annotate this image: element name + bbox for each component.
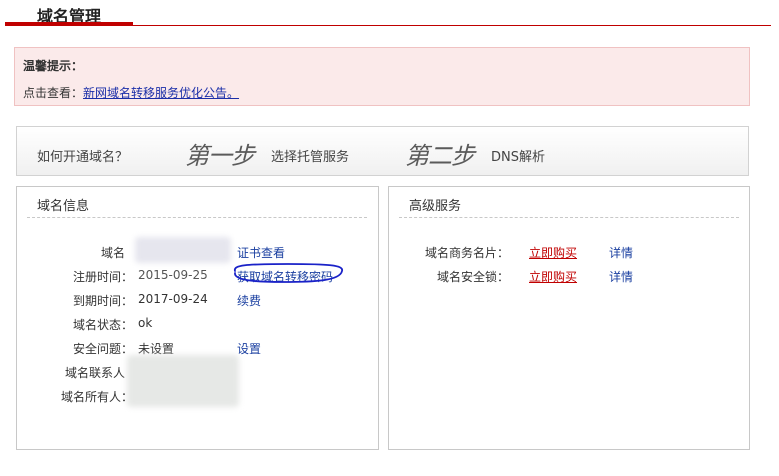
domain-info-title: 域名信息 [37, 199, 90, 214]
notice-line: 点击查看：新网域名转移服务优化公告。 [23, 84, 239, 101]
security-lock-label: 域名安全锁： [436, 270, 509, 284]
security-settings-link[interactable]: 设置 [237, 340, 261, 357]
certificate-view-link[interactable]: 证书查看 [237, 244, 285, 261]
panel-divider [27, 217, 367, 218]
step2-text: DNS解析 [491, 150, 545, 165]
notice-link[interactable]: 新网域名转移服务优化公告。 [83, 86, 239, 100]
header-divider [5, 25, 771, 26]
security-issue-label: 安全问题： [72, 342, 133, 356]
panel-divider [399, 217, 739, 218]
notice-box: 温馨提示： 点击查看：新网域名转移服务优化公告。 [14, 47, 750, 106]
step1-label: 第一步 [185, 142, 255, 170]
expiry-date-value: 2017-09-24 [138, 292, 208, 306]
hand-drawn-circle-annotation [234, 263, 343, 283]
steps-banner: 如何开通域名？ 第一步 选择托管服务 第二步 DNS解析 [16, 126, 749, 176]
business-card-label: 域名商务名片： [424, 246, 509, 260]
steps-question: 如何开通域名？ [37, 150, 129, 165]
domain-label: 域名 [100, 246, 125, 260]
notice-title: 温馨提示： [23, 59, 84, 73]
contact-owner-redacted [127, 355, 239, 407]
advanced-services-title: 高级服务 [409, 199, 462, 214]
notice-prefix: 点击查看： [23, 86, 84, 100]
domain-status-label: 域名状态： [72, 318, 133, 332]
registration-date-value: 2015-09-25 [138, 268, 208, 282]
domain-contact-label: 域名联系人 [64, 366, 125, 380]
registration-date-label: 注册时间： [72, 270, 133, 284]
domain-name-redacted [135, 237, 231, 263]
security-lock-buy-link[interactable]: 立即购买 [529, 268, 577, 285]
renew-link[interactable]: 续费 [237, 292, 261, 309]
domain-owner-label: 域名所有人： [60, 390, 133, 404]
step1-text: 选择托管服务 [271, 150, 350, 165]
expiry-date-label: 到期时间： [72, 294, 133, 308]
advanced-services-panel: 高级服务 域名商务名片： 立即购买 详情 域名安全锁： 立即购买 详情 [388, 186, 750, 450]
domain-info-panel: 域名信息 域名 证书查看 注册时间： 2015-09-25 获取域名转移密码 到… [16, 186, 379, 450]
security-lock-details-link[interactable]: 详情 [609, 268, 633, 285]
domain-status-value: ok [138, 316, 153, 330]
step2-label: 第二步 [405, 142, 475, 170]
business-card-details-link[interactable]: 详情 [609, 244, 633, 261]
business-card-buy-link[interactable]: 立即购买 [529, 244, 577, 261]
